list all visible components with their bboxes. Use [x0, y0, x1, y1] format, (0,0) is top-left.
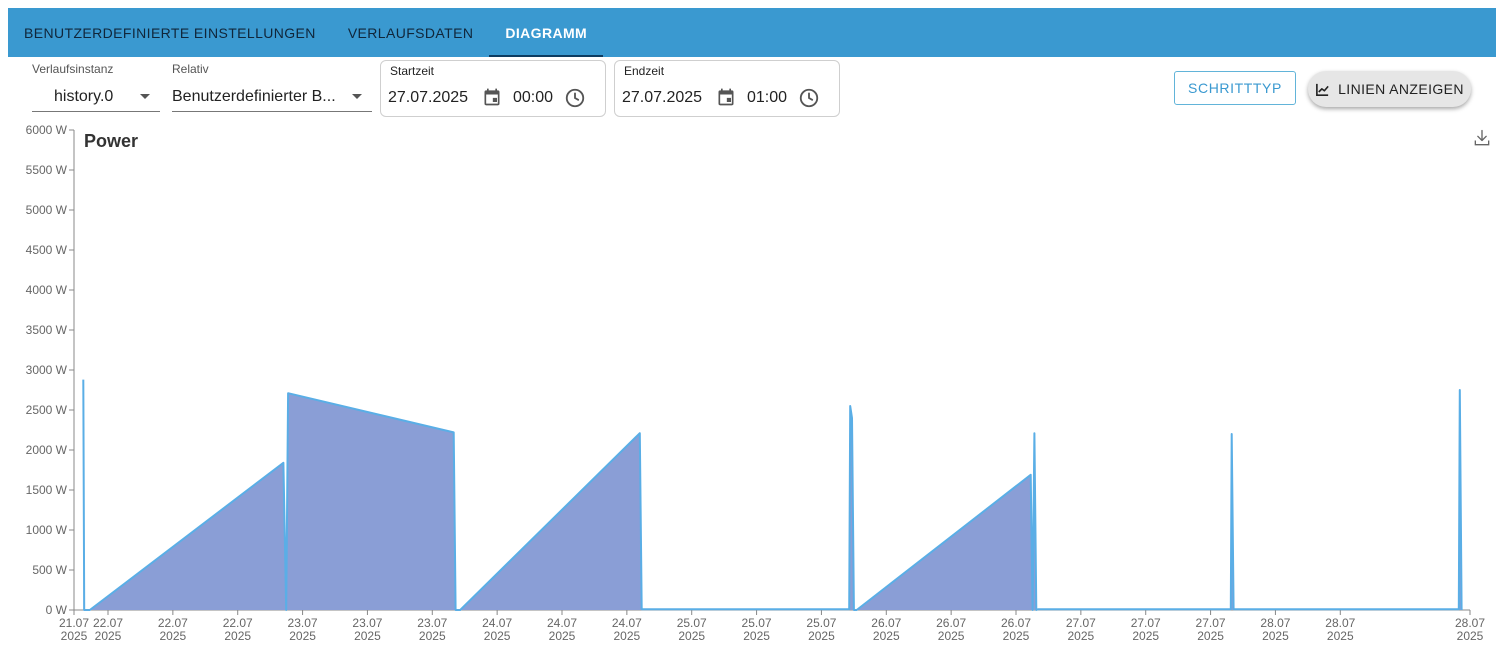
- x-tick-label-day: 24.07: [482, 616, 512, 630]
- x-tick-label-year: 2025: [160, 629, 187, 643]
- x-tick-label-day: 27.07: [1196, 616, 1226, 630]
- x-tick-label-year: 2025: [1197, 629, 1224, 643]
- x-tick-label-year: 2025: [743, 629, 770, 643]
- clock-icon[interactable]: [798, 87, 820, 109]
- x-tick-label-year: 2025: [1457, 629, 1484, 643]
- x-tick-label-year: 2025: [614, 629, 641, 643]
- start-time-box: Startzeit 27.07.2025 00:00: [380, 60, 606, 117]
- chevron-down-icon: [352, 94, 362, 99]
- show-lines-button[interactable]: LINIEN ANZEIGEN: [1308, 71, 1471, 107]
- x-tick-label-year: 2025: [678, 629, 705, 643]
- x-tick-label-day: 26.07: [936, 616, 966, 630]
- calendar-icon[interactable]: [716, 87, 736, 107]
- x-tick-label-day: 25.07: [806, 616, 836, 630]
- x-tick-label-year: 2025: [938, 629, 965, 643]
- x-tick-label-day: 22.07: [158, 616, 188, 630]
- start-time-label: Startzeit: [390, 64, 435, 78]
- x-tick-label-day: 24.07: [612, 616, 642, 630]
- tab-chart[interactable]: DIAGRAMM: [489, 8, 603, 57]
- calendar-icon[interactable]: [482, 87, 502, 107]
- x-tick-label-day: 25.07: [677, 616, 707, 630]
- x-tick-label-year: 2025: [95, 629, 122, 643]
- x-tick-label-year: 2025: [1262, 629, 1289, 643]
- plot-area: [82, 379, 1463, 611]
- y-tick-label: 6000 W: [26, 123, 68, 137]
- y-tick-label: 4500 W: [26, 243, 68, 257]
- x-tick-label-year: 2025: [1327, 629, 1354, 643]
- history-instance-select[interactable]: history.0: [32, 82, 160, 112]
- x-tick-label-year: 2025: [61, 629, 88, 643]
- x-tick-label-day: 24.07: [547, 616, 577, 630]
- y-tick-label: 500 W: [32, 563, 67, 577]
- x-axis: 21.07202522.07202522.07202522.07202523.0…: [59, 609, 1485, 643]
- x-tick-label-day: 27.07: [1066, 616, 1096, 630]
- x-tick-label-year: 2025: [808, 629, 835, 643]
- step-type-button[interactable]: SCHRITTTYP: [1174, 71, 1296, 105]
- y-axis: 0 W 500 W 1000 W 1500 W 2000 W 2500 W 3000 W 35…: [26, 123, 75, 617]
- x-tick-label-year: 2025: [1132, 629, 1159, 643]
- end-time-box: Endzeit 27.07.2025 01:00: [614, 60, 840, 117]
- chart-line-icon: [1316, 83, 1329, 96]
- end-date-input[interactable]: 27.07.2025: [622, 89, 702, 107]
- y-tick-label: 4000 W: [26, 283, 68, 297]
- history-instance-label: Verlaufsinstanz: [32, 62, 114, 76]
- x-tick-label-day: 25.07: [742, 616, 772, 630]
- x-tick-label-day: 26.07: [871, 616, 901, 630]
- y-tick-label: 3500 W: [26, 323, 68, 337]
- x-tick-label-day: 28.07: [1325, 616, 1355, 630]
- tab-bar: BENUTZERDEFINIERTE EINSTELLUNGEN VERLAUF…: [8, 8, 1496, 57]
- x-tick-label-day: 28.07: [1260, 616, 1290, 630]
- end-time-input[interactable]: 01:00: [747, 89, 787, 107]
- show-lines-label: LINIEN ANZEIGEN: [1338, 81, 1464, 97]
- relative-label: Relativ: [172, 62, 209, 76]
- x-tick-label-day: 21.07: [59, 616, 89, 630]
- x-tick-label-day: 22.07: [223, 616, 253, 630]
- y-tick-label: 1000 W: [26, 523, 68, 537]
- y-tick-label: 2000 W: [26, 443, 68, 457]
- clock-icon[interactable]: [564, 87, 586, 109]
- x-tick-label-day: 28.07: [1455, 616, 1485, 630]
- chevron-down-icon: [140, 94, 150, 99]
- power-chart: Power 0 W 500 W 1000 W 1500 W 2000 W 2500 W 30…: [26, 123, 1486, 643]
- chart-title: Power: [84, 131, 138, 151]
- x-tick-label-year: 2025: [1068, 629, 1095, 643]
- x-tick-label-day: 23.07: [288, 616, 318, 630]
- x-tick-label-day: 23.07: [417, 616, 447, 630]
- x-tick-label-year: 2025: [354, 629, 381, 643]
- y-tick-label: 3000 W: [26, 363, 68, 377]
- x-tick-label-day: 23.07: [352, 616, 382, 630]
- relative-value: Benutzerdefinierter B...: [172, 87, 336, 105]
- x-tick-label-year: 2025: [873, 629, 900, 643]
- y-tick-label: 5000 W: [26, 203, 68, 217]
- x-tick-label-day: 26.07: [1001, 616, 1031, 630]
- tab-history-data[interactable]: VERLAUFSDATEN: [332, 8, 490, 57]
- x-tick-label-year: 2025: [484, 629, 511, 643]
- start-time-input[interactable]: 00:00: [513, 89, 553, 107]
- y-tick-label: 1500 W: [26, 483, 68, 497]
- end-time-label: Endzeit: [624, 64, 665, 78]
- relative-select[interactable]: Benutzerdefinierter B...: [172, 82, 372, 112]
- x-tick-label-year: 2025: [419, 629, 446, 643]
- y-tick-label: 5500 W: [26, 163, 68, 177]
- y-tick-label: 0 W: [46, 603, 68, 617]
- x-tick-label-year: 2025: [224, 629, 251, 643]
- x-tick-label-year: 2025: [289, 629, 316, 643]
- x-tick-label-day: 22.07: [93, 616, 123, 630]
- x-tick-label-year: 2025: [549, 629, 576, 643]
- y-tick-label: 2500 W: [26, 403, 68, 417]
- x-tick-label-year: 2025: [1003, 629, 1030, 643]
- history-instance-value: history.0: [54, 87, 114, 105]
- tab-custom-settings[interactable]: BENUTZERDEFINIERTE EINSTELLUNGEN: [8, 8, 332, 57]
- start-date-input[interactable]: 27.07.2025: [388, 89, 468, 107]
- x-tick-label-day: 27.07: [1131, 616, 1161, 630]
- series-area: [83, 379, 1462, 610]
